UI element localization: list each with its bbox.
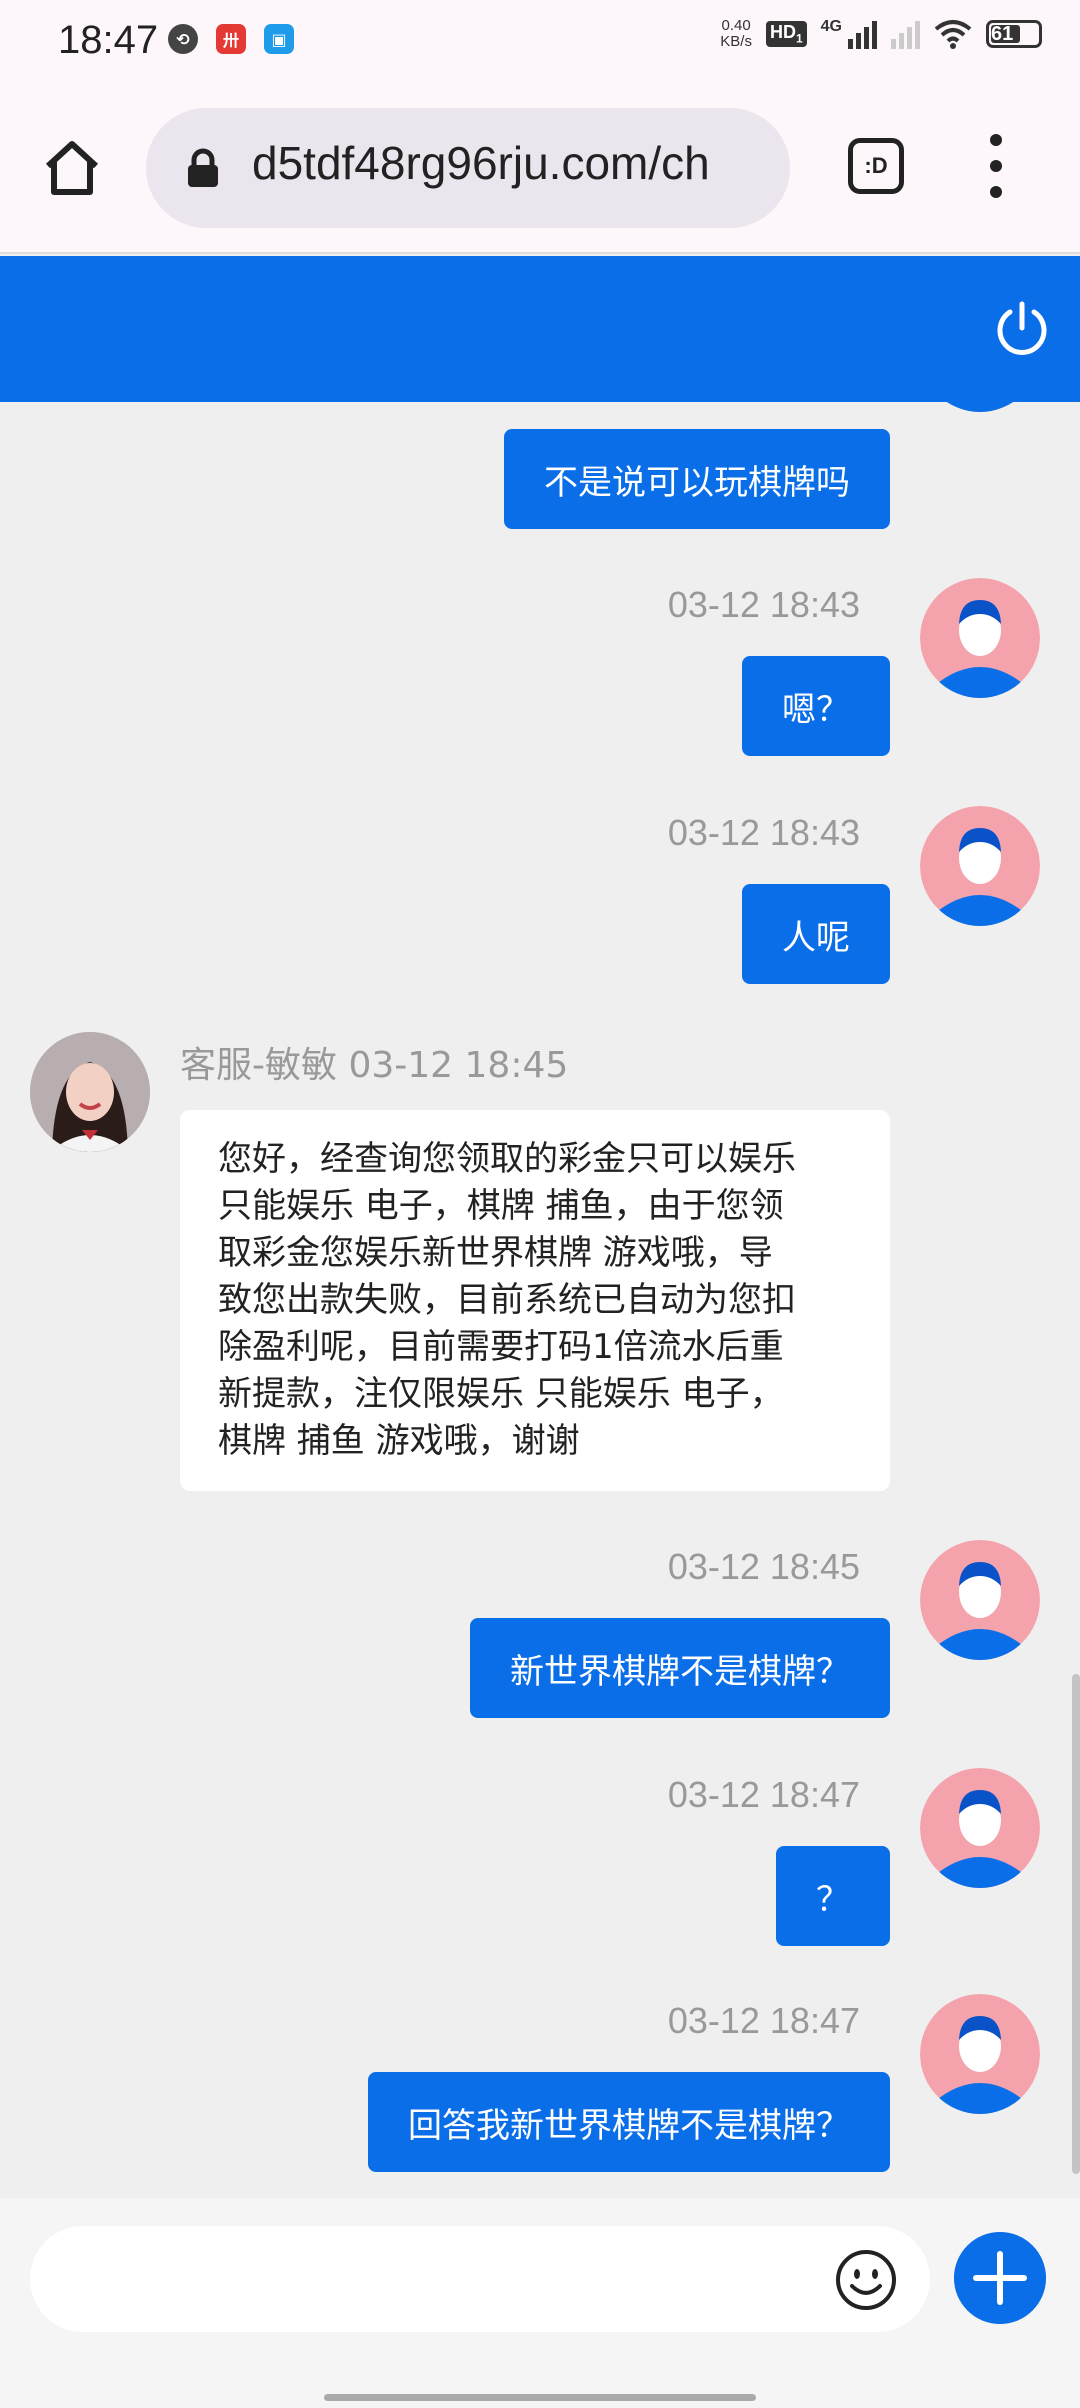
status-time: 18:47 xyxy=(58,18,159,62)
browser-toolbar: d5tdf48rg96rju.com/ch :D xyxy=(0,84,1080,254)
message-line: 新提款，注仅限娱乐 只能娱乐 电子， xyxy=(218,1374,784,1414)
home-icon[interactable] xyxy=(40,136,104,200)
system-status: 0.40 KB/s HD1 4G 61 xyxy=(720,18,1042,50)
message-timestamp: 03-12 18:45 xyxy=(348,1045,569,1086)
message-bubble-outgoing: 人呢 xyxy=(742,884,890,984)
user-avatar xyxy=(920,806,1040,926)
agent-avatar xyxy=(30,1032,150,1152)
signal-strength-icon xyxy=(848,19,877,49)
app-notification-icon: 卅 xyxy=(216,24,246,54)
wifi-icon xyxy=(934,20,972,49)
user-avatar xyxy=(920,402,1040,412)
message-timestamp: 03-12 18:47 xyxy=(667,2000,860,2041)
message-input[interactable] xyxy=(30,2226,930,2332)
add-attachment-icon[interactable] xyxy=(954,2232,1046,2324)
message-line: 致您出款失败，目前系统已自动为您扣 xyxy=(218,1280,796,1320)
message-timestamp: 03-12 18:43 xyxy=(667,584,860,625)
user-avatar xyxy=(920,1768,1040,1888)
message-bubble-outgoing: ？ xyxy=(776,1846,890,1946)
chat-scrollbar[interactable] xyxy=(1072,1674,1080,2174)
message-bubble-incoming: 您好，经查询您领取的彩金只可以娱乐 只能娱乐 电子，棋牌 捕鱼，由于您领 取彩金… xyxy=(180,1110,890,1491)
lock-icon xyxy=(188,148,218,187)
message-line: 除盈利呢，目前需要打码1倍流水后重 xyxy=(218,1327,784,1367)
hd-icon: HD1 xyxy=(765,21,807,47)
gesture-home-indicator[interactable] xyxy=(324,2394,756,2401)
app-notification-icon: ▣ xyxy=(264,24,294,54)
message-composer xyxy=(0,2198,1080,2408)
message-line: 只能娱乐 电子，棋牌 捕鱼，由于您领 xyxy=(218,1186,784,1226)
address-bar[interactable]: d5tdf48rg96rju.com/ch xyxy=(146,108,790,228)
network-speed: 0.40 KB/s xyxy=(720,17,752,50)
status-bar: 18:47 ⟲ 卅 ▣ 0.40 KB/s HD1 4G 61 xyxy=(0,0,1080,84)
message-bubble-outgoing: 新世界棋牌不是棋牌？ xyxy=(470,1618,890,1718)
signal-strength-icon-sim2 xyxy=(891,19,920,49)
agent-name: 客服-敏敏 xyxy=(180,1045,337,1086)
agent-meta: 客服-敏敏 03-12 18:45 xyxy=(180,1036,568,1088)
power-icon[interactable] xyxy=(990,298,1054,362)
message-line: 您好，经查询您领取的彩金只可以娱乐 xyxy=(218,1139,796,1179)
app-notification-icon: ⟲ xyxy=(168,24,198,54)
network-type: 4G xyxy=(820,18,842,35)
url-text: d5tdf48rg96rju.com/ch xyxy=(252,137,710,189)
message-line: 取彩金您娱乐新世界棋牌 游戏哦，导 xyxy=(218,1233,773,1273)
message-bubble-outgoing: 回答我新世界棋牌不是棋牌？ xyxy=(368,2072,890,2172)
user-avatar xyxy=(920,1994,1040,2114)
message-timestamp: 03-12 18:45 xyxy=(667,1546,860,1587)
user-avatar xyxy=(920,578,1040,698)
message-timestamp: 03-12 18:43 xyxy=(667,812,860,853)
user-avatar xyxy=(920,1540,1040,1660)
message-bubble-outgoing: 嗯？ xyxy=(742,656,890,756)
emoji-icon[interactable] xyxy=(834,2248,898,2312)
chat-header xyxy=(0,256,1080,402)
message-timestamp: 03-12 18:47 xyxy=(667,1774,860,1815)
more-menu-icon[interactable] xyxy=(982,134,1010,198)
message-bubble-outgoing: 不是说可以玩棋牌吗 xyxy=(504,429,890,529)
tab-switcher-button[interactable]: :D xyxy=(848,138,904,194)
notification-icons: ⟲ 卅 ▣ xyxy=(168,24,294,54)
chat-messages[interactable]: 不是说可以玩棋牌吗 03-12 18:43 嗯？ 03-12 18:43 人呢 … xyxy=(0,402,1080,2198)
message-line: 棋牌 捕鱼 游戏哦，谢谢 xyxy=(218,1421,580,1461)
battery-icon: 61 xyxy=(986,20,1042,48)
